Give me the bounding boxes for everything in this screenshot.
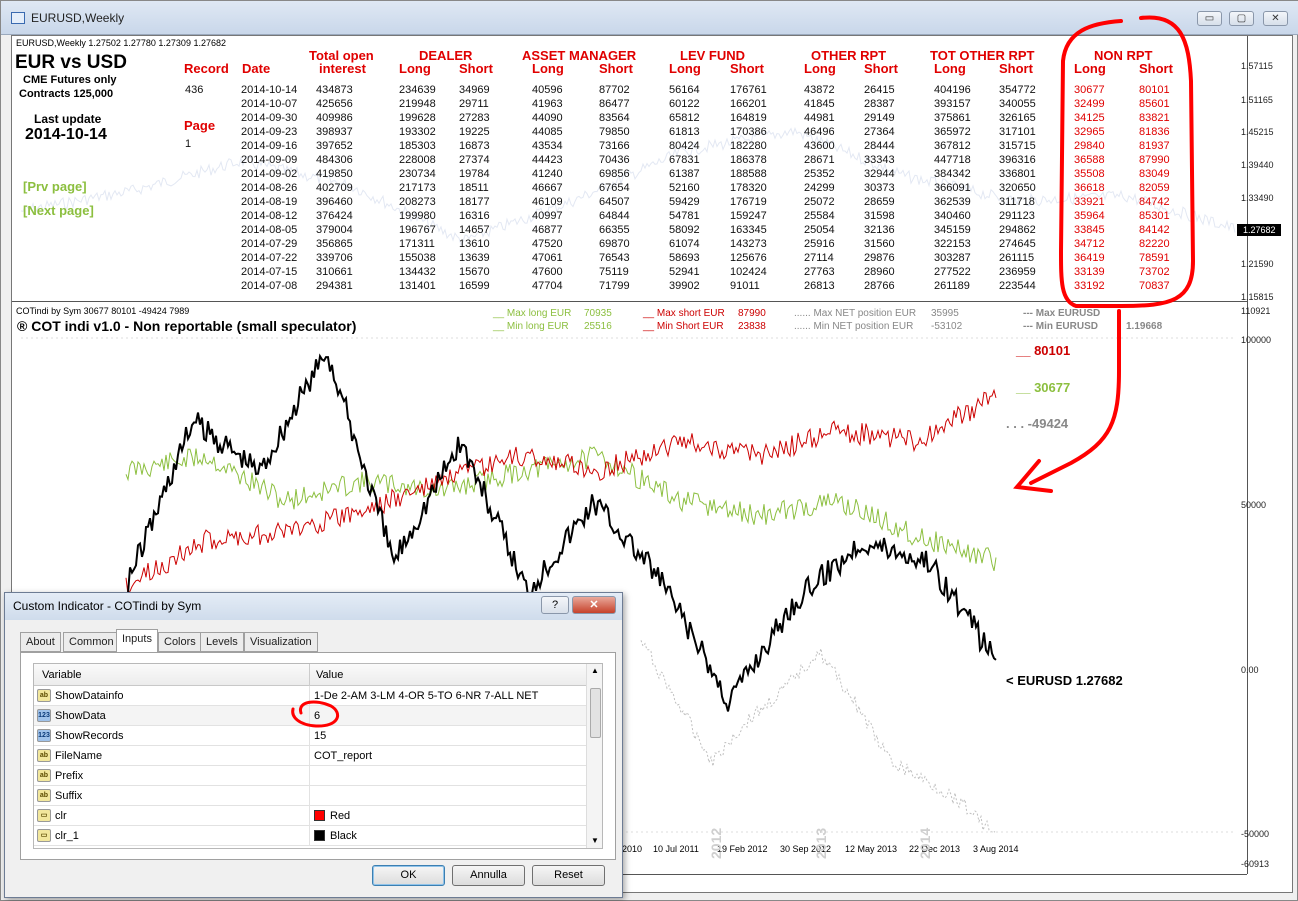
terminal-window: EURUSD,Weekly ▭ ▢ ✕ EURUSD,Weekly 1.2750… [0,0,1298,901]
showdata-highlight-circle [291,700,340,728]
non-rpt-highlight-outline [1058,15,1196,308]
annotation-overlay [291,15,1196,728]
annotation-arrow-shaft [1029,309,1121,485]
